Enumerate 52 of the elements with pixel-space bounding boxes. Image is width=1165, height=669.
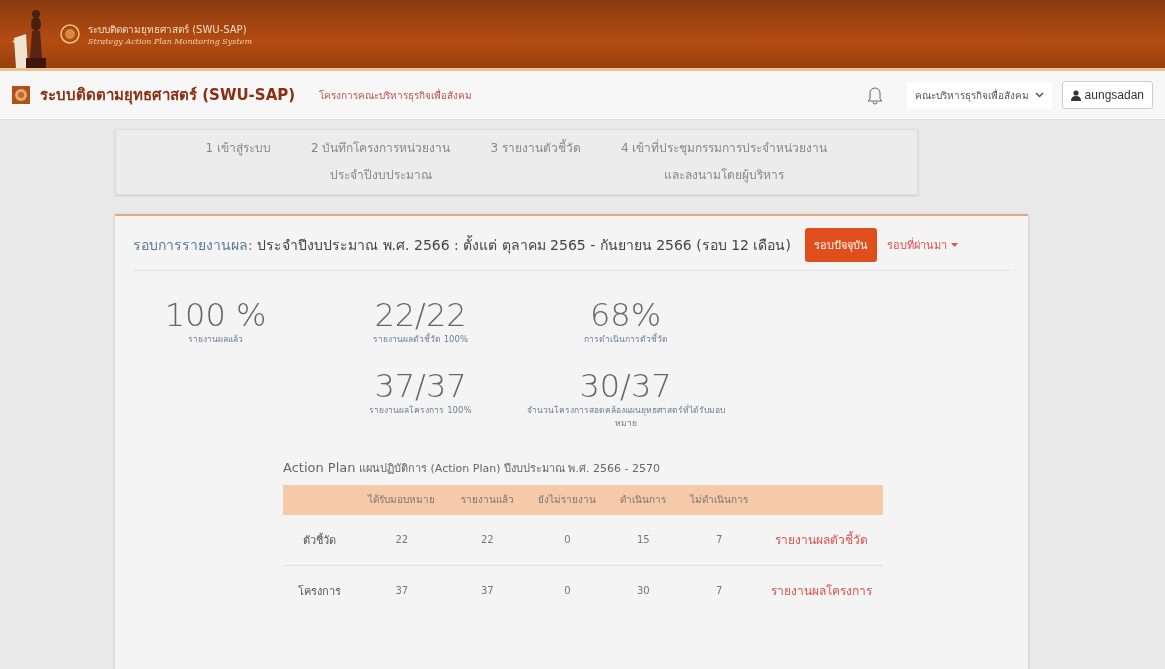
stat-label: รายงานผลโครงการ 100% bbox=[369, 403, 472, 417]
user-button[interactable]: aungsadan bbox=[1061, 81, 1153, 109]
table-header-cell: ไม่ดำเนินการ bbox=[677, 484, 761, 515]
current-round-button[interactable]: รอบปัจจุบัน bbox=[804, 228, 877, 262]
step-label[interactable]: 2 บันทึกโครงการหน่วยงาน bbox=[311, 138, 451, 157]
table-cell: 15 bbox=[608, 514, 678, 566]
banner-title: ระบบติดตามยุทธศาสตร์ (SWU-SAP) bbox=[88, 23, 248, 37]
table-cell: 7 bbox=[677, 565, 761, 616]
table-cell: 30 bbox=[608, 565, 678, 616]
table-cell: 0 bbox=[525, 565, 609, 616]
table-header-cell: รายงานแล้ว bbox=[448, 484, 526, 515]
table-cell: 0 bbox=[525, 514, 609, 566]
step-label[interactable]: 3 รายงานตัวชี้วัด bbox=[490, 138, 581, 157]
stat-label: รายงานผลแล้ว bbox=[188, 332, 243, 346]
banner-subtitle: Strategy Action Plan Monitoring System bbox=[88, 37, 252, 46]
report-heading: รอบการรายงานผล: ประจำปีงบประมาณ พ.ศ. 2566 : ตั้งแต่ ตุลาคม 2565 - กันยายน 2566 (รอบ 12 เดือน) bbox=[133, 234, 791, 256]
report-link[interactable]: รายงานผลโครงการ bbox=[771, 584, 873, 599]
action-plan-title: Action Plan แผนปฏิบัติการ (Action Plan) ปีงบประมาณ พ.ศ. 2566 - 2570 bbox=[283, 458, 661, 477]
logo-icon bbox=[12, 86, 30, 104]
stat-value: 100 % bbox=[164, 299, 267, 333]
table-header-cell: ยังไม่รายงาน bbox=[525, 484, 609, 515]
seal-icon bbox=[60, 24, 80, 44]
stat-value: 30/37 bbox=[579, 370, 672, 404]
step-label[interactable]: 4 เข้าที่ประชุมกรรมการประจำหน่วยงาน bbox=[620, 138, 828, 157]
stat-value: 68% bbox=[589, 299, 662, 333]
table-header-cell: ได้รับมอบหมาย bbox=[355, 484, 449, 515]
report-link[interactable]: รายงานผลตัวชี้วัด bbox=[775, 533, 869, 548]
past-rounds-dropdown[interactable]: รอบที่ผ่านมา bbox=[886, 236, 958, 254]
bell-icon[interactable] bbox=[866, 85, 883, 105]
caret-icon bbox=[950, 243, 958, 247]
stat-label: การดำเนินการตัวชี้วัด bbox=[583, 332, 668, 346]
unit-dropdown[interactable]: คณะบริหารธุรกิจเพื่อสังคม bbox=[906, 81, 1052, 109]
table-cell: 22 bbox=[448, 514, 526, 566]
project-name: โครงการคณะบริหารธุรกิจเพื่อสังคม bbox=[319, 87, 473, 103]
table-header-cell bbox=[283, 484, 355, 515]
step-label[interactable]: 1 เข้าสู่ระบบ bbox=[205, 138, 272, 157]
stat-value: 22/22 bbox=[374, 299, 467, 333]
user-icon bbox=[1070, 89, 1081, 101]
table-cell: 22 bbox=[355, 514, 449, 566]
stat-value: 37/37 bbox=[374, 370, 467, 404]
table-cell: 7 bbox=[677, 514, 761, 566]
brand-link[interactable]: ระบบติดตามยุทธศาสตร์ (SWU-SAP) bbox=[40, 83, 296, 107]
step-label[interactable]: และลงนามโดยผู้บริหาร bbox=[664, 165, 785, 184]
step-label[interactable]: ประจำปีงบประมาณ bbox=[329, 165, 432, 184]
table-cell: 37 bbox=[355, 565, 449, 616]
row-label: โครงการ bbox=[283, 565, 355, 616]
stat-label: รายงานผลตัวชี้วัด 100% bbox=[373, 332, 468, 346]
table-header-cell: ดำเนินการ bbox=[608, 484, 678, 515]
stat-label: จำนวนโครงการสอดคล้องแผนยุทธศาสตร์ที่ได้รับมอบหมาย bbox=[525, 403, 726, 431]
table-cell: 37 bbox=[448, 565, 526, 616]
row-label: ตัวชี้วัด bbox=[283, 514, 355, 566]
chevron-icon bbox=[1034, 92, 1044, 98]
